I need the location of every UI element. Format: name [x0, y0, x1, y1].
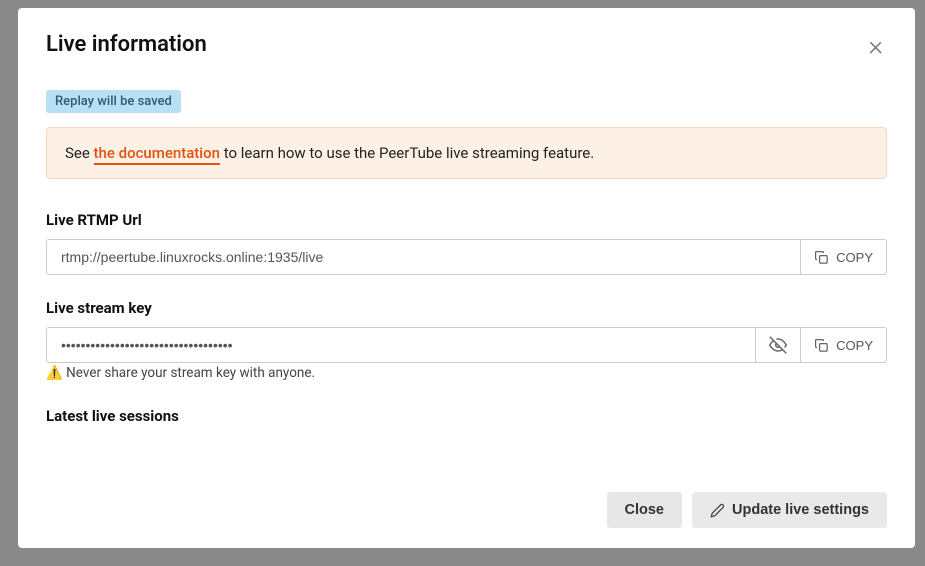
banner-suffix: to learn how to use the PeerTube live st…: [220, 144, 594, 162]
modal-footer: Close Update live settings: [46, 492, 887, 528]
copy-rtmp-button[interactable]: COPY: [801, 239, 887, 275]
live-information-modal: Live information × Replay will be saved …: [18, 8, 915, 548]
copy-stream-key-button[interactable]: COPY: [801, 327, 887, 363]
rtmp-url-input[interactable]: [46, 239, 801, 275]
warning-text: Never share your stream key with anyone.: [63, 365, 315, 381]
copy-icon: [814, 250, 829, 265]
replay-badge: Replay will be saved: [46, 90, 181, 113]
modal-header: Live information ×: [46, 32, 887, 60]
stream-key-label: Live stream key: [46, 299, 887, 317]
update-settings-button[interactable]: Update live settings: [692, 492, 887, 528]
toggle-visibility-button[interactable]: [756, 327, 801, 363]
copy-stream-key-label: COPY: [836, 338, 873, 353]
modal-title: Live information: [46, 32, 207, 57]
stream-key-row: COPY: [46, 327, 887, 363]
banner-prefix: See: [65, 144, 94, 162]
eye-off-icon: [769, 336, 787, 354]
copy-rtmp-label: COPY: [836, 250, 873, 265]
rtmp-url-row: COPY: [46, 239, 887, 275]
warning-icon: ⚠️: [46, 365, 63, 381]
documentation-banner: See the documentation to learn how to us…: [46, 127, 887, 179]
rtmp-url-label: Live RTMP Url: [46, 211, 887, 229]
update-button-label: Update live settings: [732, 502, 869, 518]
stream-key-warning: ⚠️ Never share your stream key with anyo…: [46, 365, 887, 381]
close-icon[interactable]: ×: [864, 32, 887, 60]
stream-key-input[interactable]: [46, 327, 756, 363]
documentation-link[interactable]: the documentation: [94, 144, 220, 165]
close-button[interactable]: Close: [607, 492, 683, 528]
latest-sessions-label: Latest live sessions: [46, 407, 887, 425]
pencil-icon: [710, 503, 725, 518]
copy-icon: [814, 338, 829, 353]
